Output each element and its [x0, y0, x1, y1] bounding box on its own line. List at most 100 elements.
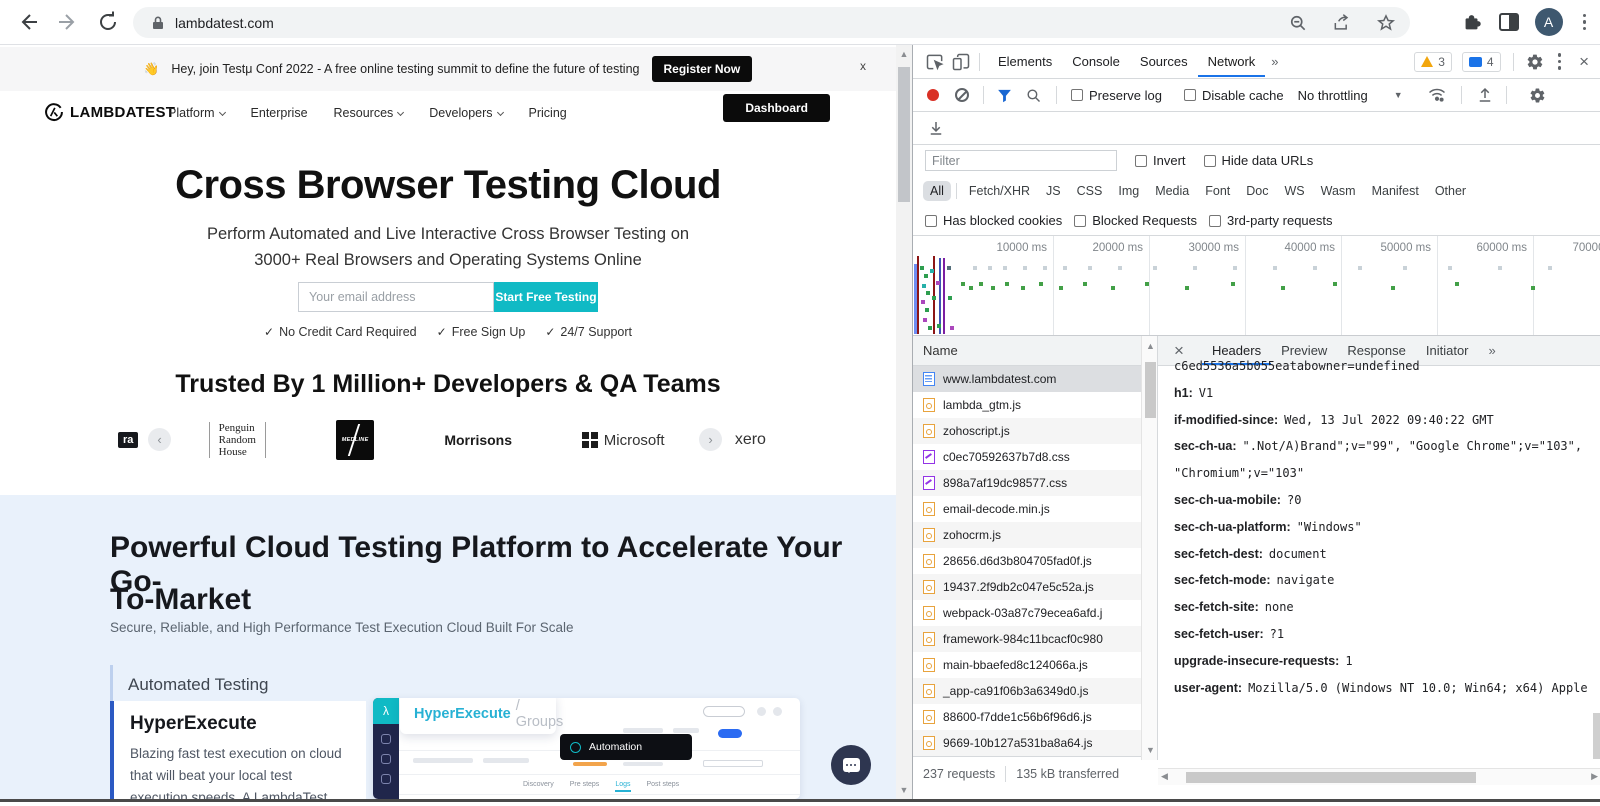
disable-cache-checkbox[interactable]: Disable cache — [1183, 88, 1284, 103]
type-filter-media[interactable]: Media — [1148, 181, 1196, 201]
type-filter-all[interactable]: All — [923, 181, 951, 201]
inspect-element-icon[interactable] — [925, 52, 945, 72]
start-free-testing-button[interactable]: Start Free Testing — [494, 282, 598, 312]
request-row[interactable]: zohoscript.js — [913, 418, 1141, 444]
request-row[interactable]: zohocrm.js — [913, 522, 1141, 548]
extensions-icon[interactable] — [1461, 11, 1483, 33]
request-row[interactable]: lambda_gtm.js — [913, 392, 1141, 418]
record-icon[interactable] — [927, 89, 939, 101]
browser-menu-icon[interactable] — [1579, 12, 1591, 33]
request-row[interactable]: 28656.d6d3b804705fad0f.js — [913, 548, 1141, 574]
network-settings-icon[interactable] — [1529, 87, 1546, 104]
zoom-icon[interactable] — [1288, 13, 1308, 33]
export-har-icon[interactable] — [927, 119, 945, 137]
hide-data-urls-checkbox[interactable]: Hide data URLs — [1203, 153, 1313, 168]
carousel-next-button[interactable]: › — [699, 428, 722, 451]
request-row[interactable]: framework-984c11bcacf0c980 — [913, 626, 1141, 652]
lambdatest-logo[interactable]: LAMBDATEST — [44, 102, 175, 122]
type-filter-fetch-xhr[interactable]: Fetch/XHR — [962, 181, 1037, 201]
hyperexecute-card[interactable]: HyperExecute Blazing fast test execution… — [110, 701, 366, 799]
email-field[interactable] — [298, 282, 494, 312]
hscroll-thumb[interactable] — [1186, 771, 1476, 783]
preserve-log-checkbox[interactable]: Preserve log — [1071, 88, 1162, 103]
type-filter-ws[interactable]: WS — [1277, 181, 1311, 201]
request-list-scrollbar[interactable]: ▲ ▼ — [1141, 336, 1158, 760]
scroll-down-arrow[interactable]: ▼ — [896, 785, 912, 795]
category-label[interactable]: Automated Testing — [128, 675, 269, 695]
list-scroll-down-arrow[interactable]: ▼ — [1142, 745, 1159, 755]
avatar[interactable]: A — [1534, 8, 1563, 36]
nav-item-resources[interactable]: Resources — [334, 106, 405, 120]
type-filter-doc[interactable]: Doc — [1239, 181, 1275, 201]
nav-item-developers[interactable]: Developers — [429, 106, 504, 120]
dashboard-button[interactable]: Dashboard — [723, 94, 830, 122]
device-toolbar-icon[interactable] — [951, 52, 971, 72]
carousel-prev-button[interactable]: ‹ — [148, 428, 171, 451]
type-filter-other[interactable]: Other — [1428, 181, 1473, 201]
filter-checkbox-blocked-requests[interactable]: Blocked Requests — [1074, 213, 1197, 228]
search-icon[interactable] — [1025, 87, 1042, 104]
request-row[interactable]: c0ec70592637b7d8.css — [913, 444, 1141, 470]
detail-horizontal-scrollbar[interactable]: ◀ ▶ — [1158, 768, 1600, 785]
devtools-tab-sources[interactable]: Sources — [1130, 46, 1198, 77]
filter-checkbox-3rd-party-requests[interactable]: 3rd-party requests — [1209, 213, 1333, 228]
devtools-tab-network[interactable]: Network — [1198, 46, 1266, 77]
request-row[interactable]: webpack-03a87c79ecea6afd.j — [913, 600, 1141, 626]
back-icon[interactable] — [16, 10, 40, 34]
devtools-tab-console[interactable]: Console — [1062, 46, 1130, 77]
forward-icon[interactable] — [56, 10, 80, 34]
devtools-tab-elements[interactable]: Elements — [988, 46, 1062, 77]
side-panel-icon[interactable] — [1498, 13, 1519, 31]
request-row[interactable]: email-decode.min.js — [913, 496, 1141, 522]
waterfall-dot — [1403, 266, 1407, 270]
request-row[interactable]: 898a7af19dc98577.css — [913, 470, 1141, 496]
import-har-icon[interactable] — [1476, 86, 1494, 104]
type-filter-manifest[interactable]: Manifest — [1365, 181, 1426, 201]
page-scrollbar[interactable]: ▲ ▼ — [896, 45, 912, 799]
devtools-close-icon[interactable]: × — [1575, 52, 1593, 72]
detail-vertical-scrollbar-thumb[interactable] — [1593, 713, 1600, 759]
register-now-button[interactable]: Register Now — [651, 56, 753, 82]
request-row[interactable]: _app-ca91f06b3a6349d0.js — [913, 678, 1141, 704]
warnings-badge[interactable]: 3 — [1414, 51, 1452, 72]
request-row[interactable]: 9669-10b127a531ba8a64.js — [913, 730, 1141, 756]
clear-icon[interactable] — [955, 88, 969, 102]
more-tabs-icon[interactable]: » — [1265, 54, 1284, 69]
banner-close-button[interactable]: x — [860, 59, 866, 73]
invert-checkbox[interactable]: Invert — [1135, 153, 1186, 168]
type-filter-wasm[interactable]: Wasm — [1314, 181, 1363, 201]
nav-item-platform[interactable]: Platform — [168, 106, 226, 120]
request-row[interactable]: main-bbaefed8c124066a.js — [913, 652, 1141, 678]
scroll-up-arrow[interactable]: ▲ — [896, 49, 912, 59]
network-filter-input[interactable] — [925, 150, 1117, 171]
nav-item-enterprise[interactable]: Enterprise — [251, 106, 308, 120]
nav-item-pricing[interactable]: Pricing — [529, 106, 567, 120]
reload-icon[interactable] — [96, 10, 120, 34]
bookmark-star-icon[interactable] — [1376, 13, 1396, 33]
request-row[interactable]: www.lambdatest.com — [913, 366, 1141, 392]
filter-checkbox-has-blocked-cookies[interactable]: Has blocked cookies — [925, 213, 1062, 228]
page-scrollbar-thumb[interactable] — [898, 67, 910, 202]
settings-gear-icon[interactable] — [1526, 53, 1544, 71]
throttling-select[interactable]: No throttling ▼ — [1298, 88, 1403, 103]
network-overview-timeline[interactable]: 10000 ms 20000 ms 30000 ms 40000 ms 50000 ms… — [913, 236, 1600, 336]
type-filter-js[interactable]: JS — [1039, 181, 1068, 201]
devtools-menu-icon[interactable] — [1554, 51, 1566, 72]
request-row[interactable]: 88600-f7dde1c56b6f96d6.js — [913, 704, 1141, 730]
request-row[interactable]: 19437.2f9db2c047e5c52a.js — [913, 574, 1141, 600]
chat-widget-button[interactable] — [831, 745, 871, 785]
type-filter-font[interactable]: Font — [1198, 181, 1237, 201]
filter-funnel-icon[interactable] — [996, 87, 1013, 104]
name-column-header[interactable]: Name — [913, 336, 1141, 366]
address-bar[interactable]: lambdatest.com — [133, 7, 1410, 38]
header-value: document — [1268, 546, 1327, 561]
hscroll-left-arrow[interactable]: ◀ — [1161, 771, 1168, 782]
list-scroll-up-arrow[interactable]: ▲ — [1142, 341, 1159, 351]
list-scrollbar-thumb[interactable] — [1144, 362, 1156, 418]
share-icon[interactable] — [1332, 13, 1352, 33]
issues-badge[interactable]: 4 — [1461, 51, 1501, 72]
type-filter-img[interactable]: Img — [1111, 181, 1146, 201]
type-filter-css[interactable]: CSS — [1070, 181, 1110, 201]
hscroll-right-arrow[interactable]: ▶ — [1591, 771, 1598, 782]
network-conditions-icon[interactable] — [1427, 85, 1447, 105]
